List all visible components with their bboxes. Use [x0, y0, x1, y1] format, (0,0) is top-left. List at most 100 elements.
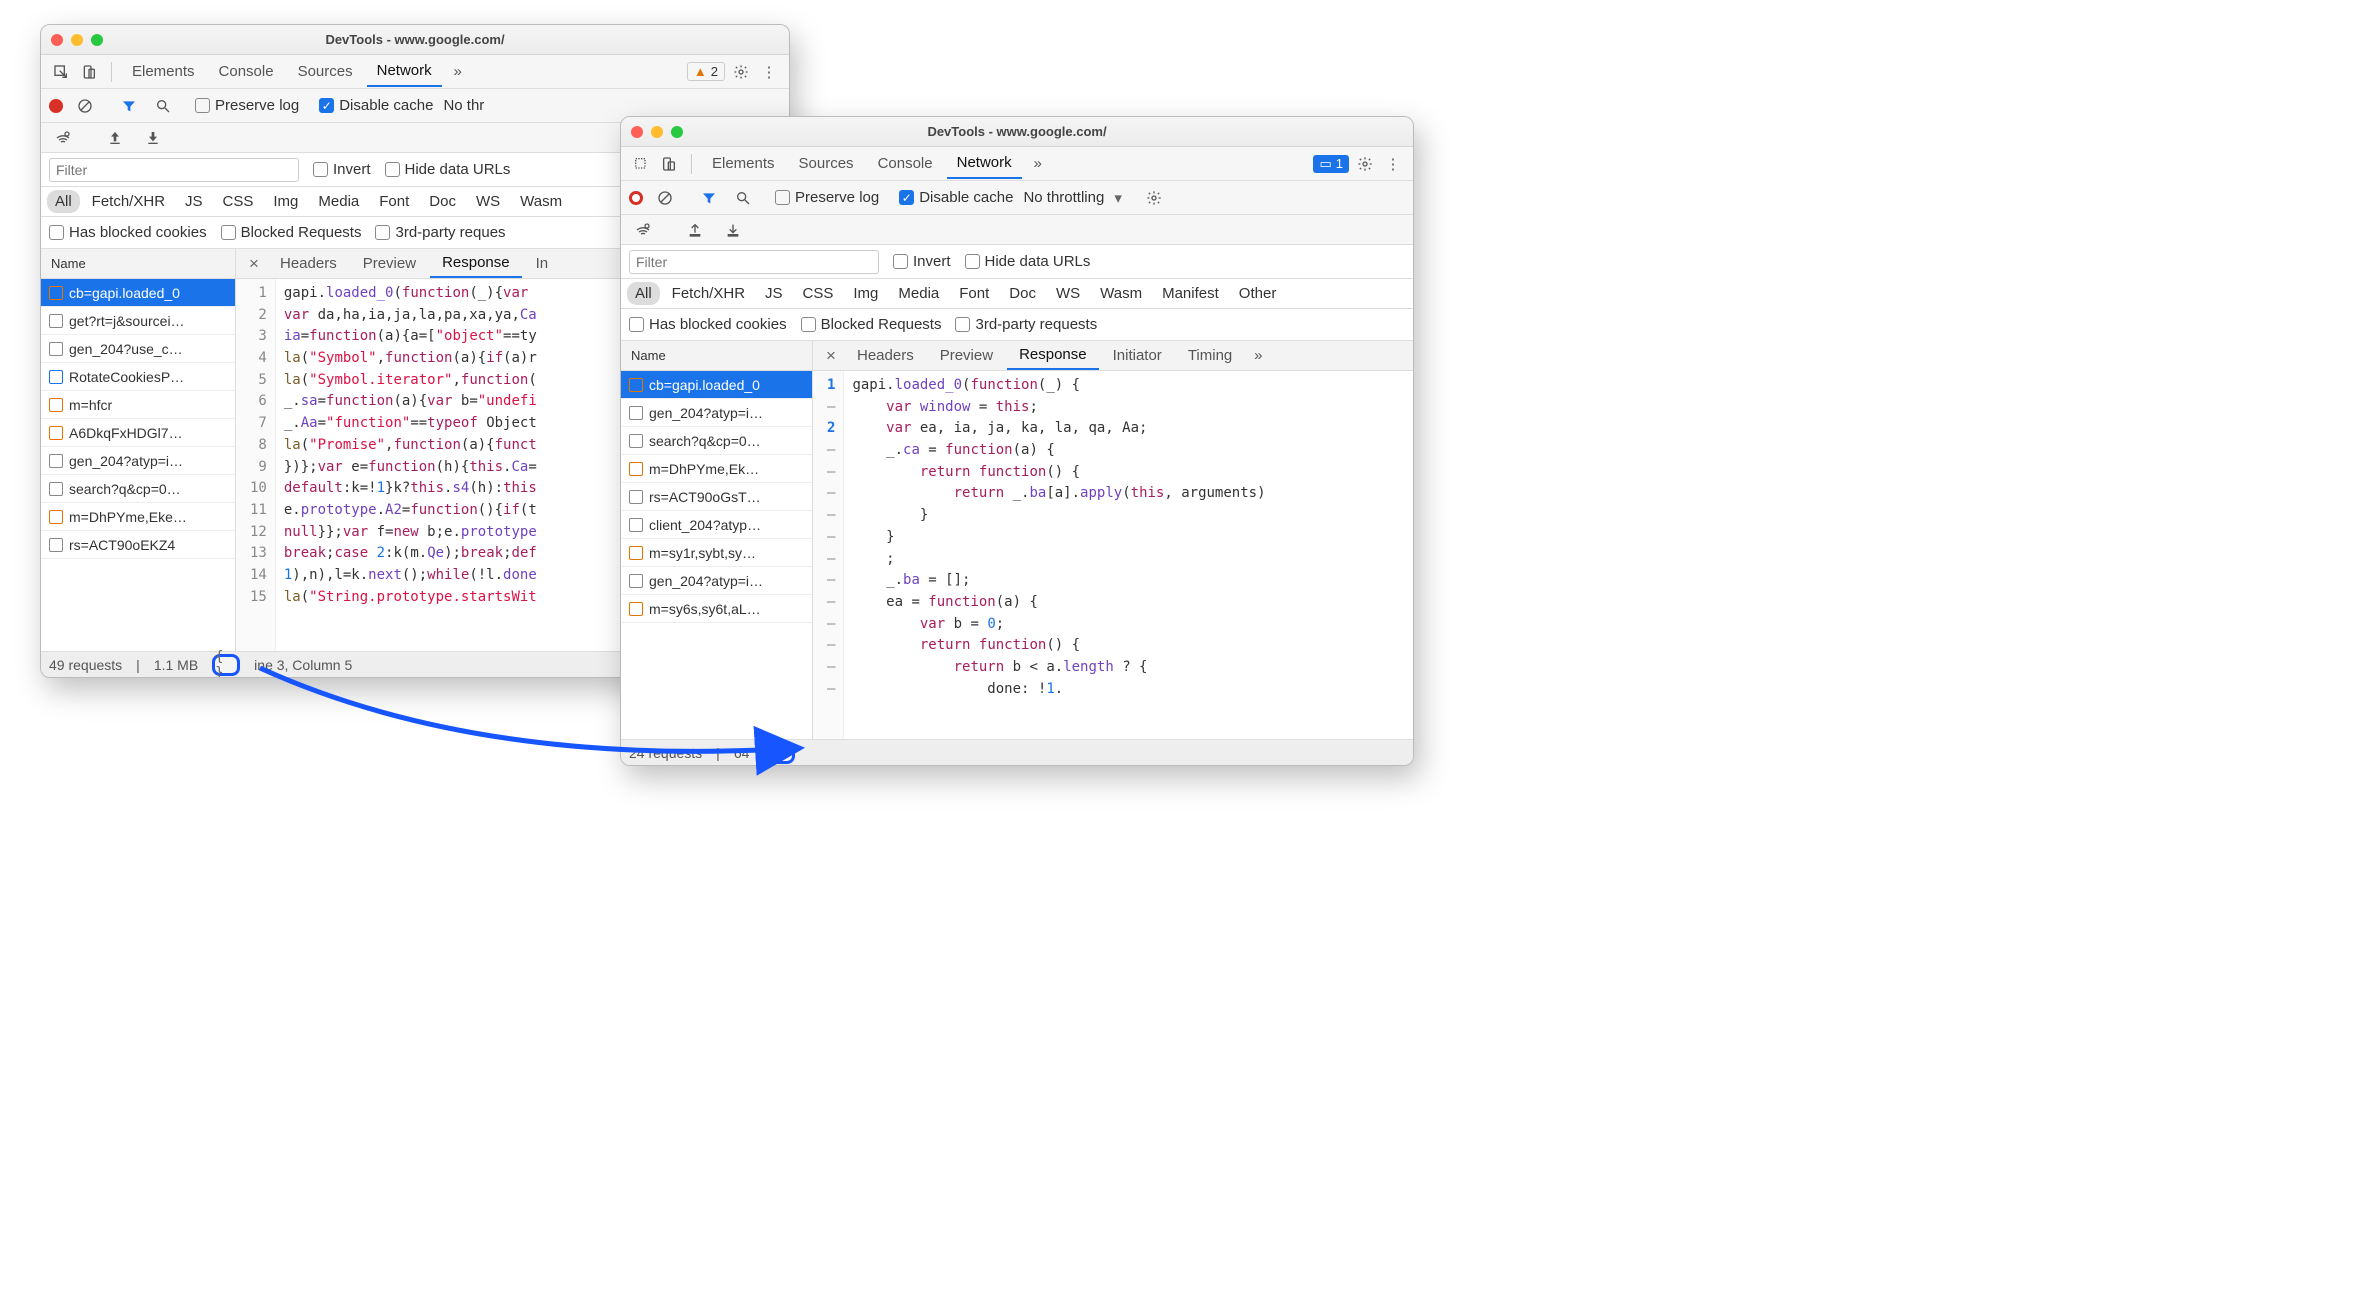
request-row[interactable]: m=DhPYme,Eke… — [41, 503, 235, 531]
upload-icon[interactable] — [683, 218, 707, 242]
kebab-icon[interactable]: ⋮ — [757, 60, 781, 84]
close-icon[interactable] — [51, 34, 63, 46]
more-tabs-icon[interactable]: » — [446, 60, 470, 84]
blocked-cookies-checkbox[interactable]: Has blocked cookies — [629, 316, 787, 333]
preserve-log-checkbox[interactable]: Preserve log — [195, 97, 299, 114]
request-row[interactable]: cb=gapi.loaded_0 — [41, 279, 235, 307]
type-pill-media[interactable]: Media — [890, 282, 947, 305]
type-pill-fetchxhr[interactable]: Fetch/XHR — [84, 190, 173, 213]
request-row[interactable]: client_204?atyp… — [621, 511, 812, 539]
request-row[interactable]: cb=gapi.loaded_0 — [621, 371, 812, 399]
tab-network[interactable]: Network — [367, 56, 442, 87]
type-pill-all[interactable]: All — [47, 190, 80, 213]
type-pill-font[interactable]: Font — [951, 282, 997, 305]
device-icon[interactable] — [77, 60, 101, 84]
inspect-icon[interactable] — [49, 60, 73, 84]
type-pill-js[interactable]: JS — [757, 282, 791, 305]
request-row[interactable]: rs=ACT90oGsT… — [621, 483, 812, 511]
pretty-print-button[interactable]: { } — [767, 742, 795, 764]
name-column-header[interactable]: Name — [41, 249, 235, 279]
blocked-requests-checkbox[interactable]: Blocked Requests — [801, 316, 942, 333]
disable-cache-checkbox[interactable]: ✓Disable cache — [899, 189, 1013, 206]
request-row[interactable]: m=sy6s,sy6t,aL… — [621, 595, 812, 623]
type-pill-js[interactable]: JS — [177, 190, 211, 213]
tab-sources[interactable]: Sources — [288, 57, 363, 86]
clear-icon[interactable] — [73, 94, 97, 118]
filter-icon[interactable] — [117, 94, 141, 118]
type-pill-doc[interactable]: Doc — [421, 190, 464, 213]
download-icon[interactable] — [721, 218, 745, 242]
request-row[interactable]: RotateCookiesP… — [41, 363, 235, 391]
request-row[interactable]: rs=ACT90oEKZ4 — [41, 531, 235, 559]
disable-cache-checkbox[interactable]: ✓Disable cache — [319, 97, 433, 114]
pretty-print-button[interactable]: { } — [212, 654, 240, 676]
network-conditions-icon[interactable] — [631, 218, 655, 242]
third-party-checkbox[interactable]: 3rd-party reques — [375, 224, 505, 241]
close-detail-icon[interactable]: × — [242, 254, 266, 274]
record-icon[interactable] — [629, 191, 643, 205]
close-detail-icon[interactable]: × — [819, 346, 843, 366]
type-pill-css[interactable]: CSS — [795, 282, 842, 305]
tab-response[interactable]: Response — [430, 249, 522, 278]
request-row[interactable]: gen_204?atyp=i… — [621, 399, 812, 427]
network-conditions-icon[interactable] — [51, 126, 75, 150]
request-row[interactable]: search?q&cp=0… — [41, 475, 235, 503]
type-pill-ws[interactable]: WS — [1048, 282, 1088, 305]
gear-icon[interactable] — [1353, 152, 1377, 176]
more-tabs-icon[interactable]: » — [1246, 344, 1270, 368]
type-pill-img[interactable]: Img — [845, 282, 886, 305]
type-pill-ws[interactable]: WS — [468, 190, 508, 213]
request-row[interactable]: m=sy1r,sybt,sy… — [621, 539, 812, 567]
type-pill-doc[interactable]: Doc — [1001, 282, 1044, 305]
filter-input[interactable] — [629, 250, 879, 274]
blocked-cookies-checkbox[interactable]: Has blocked cookies — [49, 224, 207, 241]
type-pill-manifest[interactable]: Manifest — [1154, 282, 1227, 305]
preserve-log-checkbox[interactable]: Preserve log — [775, 189, 879, 206]
request-row[interactable]: get?rt=j&sourcei… — [41, 307, 235, 335]
search-icon[interactable] — [151, 94, 175, 118]
gear-icon[interactable] — [1142, 186, 1166, 210]
close-icon[interactable] — [631, 126, 643, 138]
code-viewer[interactable]: 1 – 2 – – – – – – – – – – – – gapi.loade… — [813, 371, 1413, 739]
tab-initiator[interactable]: Initiator — [1101, 342, 1174, 369]
request-row[interactable]: search?q&cp=0… — [621, 427, 812, 455]
invert-checkbox[interactable]: Invert — [893, 253, 951, 270]
name-column-header[interactable]: Name — [621, 341, 812, 371]
tab-headers[interactable]: Headers — [268, 250, 349, 277]
tab-timing[interactable]: Timing — [1176, 342, 1244, 369]
type-pill-img[interactable]: Img — [265, 190, 306, 213]
throttling-select[interactable]: No throttling — [1023, 189, 1104, 206]
hide-dataurls-checkbox[interactable]: Hide data URLs — [965, 253, 1091, 270]
tab-console[interactable]: Console — [868, 149, 943, 178]
type-pill-other[interactable]: Other — [1231, 282, 1285, 305]
request-row[interactable]: gen_204?atyp=i… — [41, 447, 235, 475]
type-pill-css[interactable]: CSS — [215, 190, 262, 213]
request-row[interactable]: A6DkqFxHDGl7… — [41, 419, 235, 447]
throttling-label[interactable]: No thr — [443, 97, 484, 114]
tab-network[interactable]: Network — [947, 148, 1022, 179]
zoom-icon[interactable] — [671, 126, 683, 138]
type-pill-media[interactable]: Media — [310, 190, 367, 213]
tab-response[interactable]: Response — [1007, 341, 1099, 370]
request-row[interactable]: m=hfcr — [41, 391, 235, 419]
invert-checkbox[interactable]: Invert — [313, 161, 371, 178]
kebab-icon[interactable]: ⋮ — [1381, 152, 1405, 176]
request-row[interactable]: gen_204?use_c… — [41, 335, 235, 363]
minimize-icon[interactable] — [71, 34, 83, 46]
inspect-icon[interactable] — [629, 152, 653, 176]
download-icon[interactable] — [141, 126, 165, 150]
tab-elements[interactable]: Elements — [702, 149, 785, 178]
tab-preview[interactable]: Preview — [351, 250, 428, 277]
tab-console[interactable]: Console — [209, 57, 284, 86]
tab-elements[interactable]: Elements — [122, 57, 205, 86]
upload-icon[interactable] — [103, 126, 127, 150]
device-icon[interactable] — [657, 152, 681, 176]
type-pill-fetchxhr[interactable]: Fetch/XHR — [664, 282, 753, 305]
filter-icon[interactable] — [697, 186, 721, 210]
third-party-checkbox[interactable]: 3rd-party requests — [955, 316, 1097, 333]
zoom-icon[interactable] — [91, 34, 103, 46]
tab-preview[interactable]: Preview — [928, 342, 1005, 369]
type-pill-font[interactable]: Font — [371, 190, 417, 213]
clear-icon[interactable] — [653, 186, 677, 210]
more-tabs-icon[interactable]: » — [1026, 152, 1050, 176]
